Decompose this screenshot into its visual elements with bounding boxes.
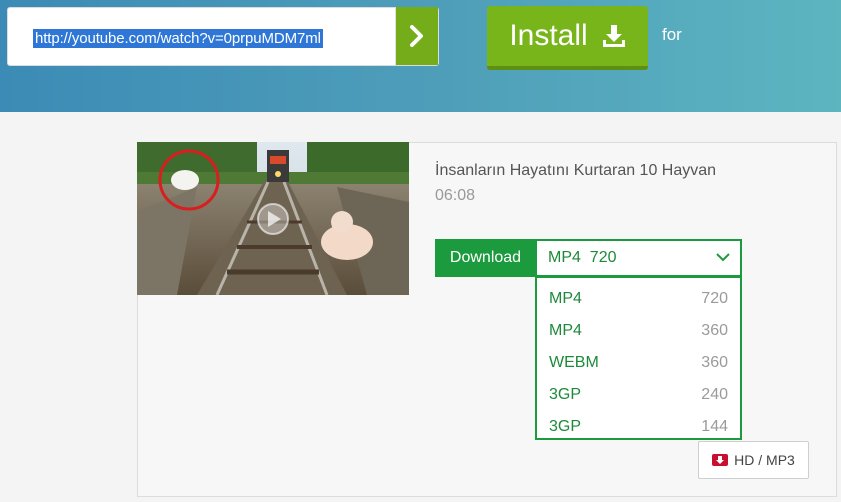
play-icon[interactable] [257, 203, 289, 235]
download-tray-icon [602, 25, 625, 47]
format-option-format: 3GP [549, 418, 582, 435]
chevron-down-icon [716, 253, 730, 262]
chevron-right-icon [410, 25, 423, 47]
format-option-quality: 144 [701, 418, 728, 435]
format-option[interactable]: MP4 360 [537, 314, 740, 346]
format-dropdown-menu: MP4 720 MP4 360 WEBM 360 3GP 240 3GP 144 [535, 277, 742, 440]
hd-mp3-label: HD / MP3 [734, 452, 795, 468]
install-button-label: Install [509, 19, 588, 52]
format-option-quality: 240 [701, 386, 728, 403]
format-option-format: 3GP [549, 386, 582, 403]
format-option-format: WEBM [549, 354, 599, 371]
format-option[interactable]: MP4 720 [537, 282, 740, 314]
go-button[interactable] [395, 7, 438, 65]
format-option-format: MP4 [549, 290, 582, 307]
url-input[interactable]: http://youtube.com/watch?v=0prpuMDM7ml [7, 7, 439, 66]
format-option-quality: 360 [701, 322, 728, 339]
install-button[interactable]: Install [487, 6, 648, 70]
top-banner: http://youtube.com/watch?v=0prpuMDM7ml I… [0, 0, 841, 112]
video-title: İnsanların Hayatını Kurtaran 10 Hayvan [435, 162, 717, 179]
video-duration: 06:08 [435, 187, 476, 204]
format-select[interactable]: MP4 720 [535, 239, 742, 277]
format-select-value: MP4 720 [548, 249, 617, 266]
format-option-quality: 360 [701, 354, 728, 371]
download-badge-icon [712, 454, 729, 466]
hd-mp3-button[interactable]: HD / MP3 [698, 441, 809, 479]
for-label: for [662, 25, 682, 44]
url-input-value[interactable]: http://youtube.com/watch?v=0prpuMDM7ml [33, 29, 323, 48]
thumbnail-image [137, 142, 409, 295]
download-button[interactable]: Download [435, 239, 536, 277]
format-option[interactable]: 3GP 240 [537, 378, 740, 410]
format-option-format: MP4 [549, 322, 582, 339]
format-option-quality: 720 [701, 290, 728, 307]
video-thumbnail[interactable] [137, 142, 409, 295]
format-option[interactable]: 3GP 144 [537, 410, 740, 442]
format-option[interactable]: WEBM 360 [537, 346, 740, 378]
